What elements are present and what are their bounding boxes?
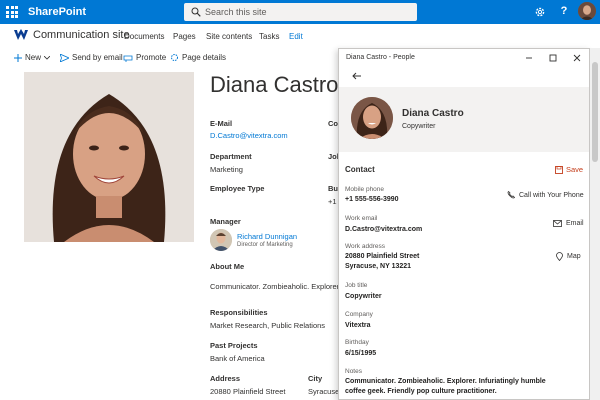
new-button[interactable]: New (14, 53, 51, 62)
notes-line2: coffee geek. Friendly pop culture practi… (345, 388, 497, 395)
user-avatar[interactable] (578, 2, 596, 20)
nav-edit[interactable]: Edit (289, 32, 303, 41)
notes-label: Notes (345, 368, 362, 375)
clipped-label-co: Co (328, 119, 338, 128)
clipped-value-phone: +1 (328, 197, 337, 206)
job-title-value: Copywriter (345, 293, 382, 300)
people-window: Diana Castro - People Diana Castro Copyw… (338, 48, 590, 400)
call-label: Call with Your Phone (519, 191, 584, 199)
profile-name: Diana Castro (210, 72, 339, 97)
app-launcher-icon[interactable] (6, 6, 18, 18)
send-icon (60, 53, 69, 62)
promote-button[interactable]: Promote (123, 53, 166, 62)
notes-line1: Communicator. Zombieaholic. Explorer. In… (345, 378, 546, 385)
contact-avatar (351, 97, 393, 139)
company-label: Company (345, 311, 373, 318)
employee-type-label: Employee Type (210, 184, 265, 193)
map-button[interactable]: Map (556, 252, 581, 261)
city-label: City (308, 374, 323, 383)
email-label: E-Mail (210, 119, 233, 128)
send-label: Send by email (72, 53, 123, 62)
help-icon[interactable]: ? (558, 4, 570, 18)
suite-bar: SharePoint ? (0, 0, 600, 24)
work-address-label: Work address (345, 243, 385, 250)
maximize-icon[interactable] (547, 52, 559, 64)
plus-icon (14, 53, 22, 62)
responsibilities-value: Market Research, Public Relations (210, 321, 326, 330)
promote-label: Promote (136, 53, 167, 62)
manager-label: Manager (210, 217, 241, 226)
promote-icon (123, 55, 133, 62)
mail-icon (553, 220, 562, 227)
work-email-value: D.Castro@vitextra.com (345, 226, 423, 233)
nav-pages[interactable]: Pages (173, 32, 196, 41)
minimize-icon[interactable] (523, 52, 535, 64)
profile-photo (24, 72, 194, 242)
contact-role: Copywriter (402, 123, 436, 130)
search-box[interactable] (184, 3, 417, 21)
scrollbar-thumb[interactable] (592, 62, 598, 162)
phone-icon (507, 191, 515, 199)
manager-title: Director of Marketing (237, 242, 293, 248)
email-label: Email (566, 220, 584, 227)
past-projects-value: Bank of America (210, 354, 265, 363)
site-title[interactable]: Communication site (33, 29, 130, 41)
birthday-label: Birthday (345, 339, 369, 346)
close-icon[interactable] (571, 52, 583, 64)
contact-name: Diana Castro (402, 108, 464, 119)
work-address-line1: 20880 Plainfield Street (345, 253, 420, 260)
department-value: Marketing (210, 165, 243, 174)
chevron-down-icon (44, 55, 51, 60)
settings-icon (171, 54, 178, 61)
window-titlebar: Diana Castro - People (339, 49, 589, 67)
save-label: Save (566, 165, 584, 174)
mobile-phone-label: Mobile phone (345, 186, 385, 193)
save-button[interactable]: Save (555, 165, 583, 174)
back-arrow-icon[interactable] (350, 69, 364, 83)
nav-documents[interactable]: Documents (124, 32, 164, 41)
company-value: Vitextra (345, 322, 371, 329)
work-address-line2: Syracuse, NY 13221 (345, 263, 412, 270)
command-bar: New Send by email Promote Page details (0, 48, 340, 68)
past-projects-label: Past Projects (210, 341, 258, 350)
nav-tasks[interactable]: Tasks (259, 32, 279, 41)
gear-icon[interactable] (534, 6, 546, 18)
new-label: New (25, 53, 42, 62)
birthday-value: 6/15/1995 (345, 350, 377, 357)
map-pin-icon (556, 252, 563, 261)
email-link[interactable]: D.Castro@vitextra.com (210, 131, 288, 140)
mobile-phone-value: +1 555-556-3990 (345, 196, 399, 203)
save-icon (555, 165, 563, 174)
about-me-value: Communicator. Zombieaholic. Explorer. In (210, 282, 350, 291)
email-button[interactable]: Email (553, 220, 584, 227)
site-logo-icon[interactable] (14, 29, 28, 41)
contact-details: Contact Save Mobile phone +1 555-556-399… (339, 152, 589, 399)
manager-avatar[interactable] (210, 229, 232, 251)
search-input[interactable] (205, 5, 405, 19)
address-value: 20880 Plainfield Street (210, 387, 286, 396)
send-by-email-button[interactable]: Send by email (60, 53, 123, 62)
call-button[interactable]: Call with Your Phone (507, 191, 584, 199)
map-label: Map (567, 253, 581, 260)
address-label: Address (210, 374, 241, 383)
job-title-label: Job title (345, 282, 368, 289)
site-header: Communication site Documents Pages Site … (0, 24, 600, 46)
responsibilities-label: Responsibilities (210, 308, 268, 317)
page-details-label: Page details (182, 53, 227, 62)
department-label: Department (210, 152, 252, 161)
app-name[interactable]: SharePoint (28, 6, 86, 18)
contact-heading: Contact (345, 165, 375, 174)
manager-name-link[interactable]: Richard Dunnigan (237, 232, 297, 241)
window-title: Diana Castro - People (346, 54, 415, 61)
search-icon (191, 7, 201, 17)
city-value: Syracuse (308, 387, 340, 396)
nav-site-contents[interactable]: Site contents (206, 32, 252, 41)
about-me-label: About Me (210, 262, 245, 271)
work-email-label: Work email (345, 215, 378, 222)
page-details-button[interactable]: Page details (170, 53, 226, 62)
